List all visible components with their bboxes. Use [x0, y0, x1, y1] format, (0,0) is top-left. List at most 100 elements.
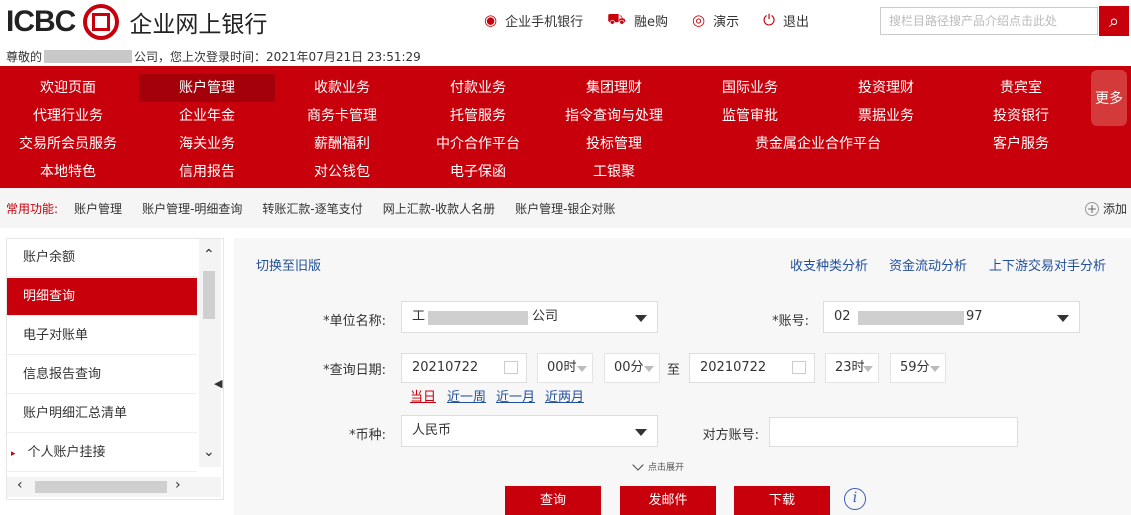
dropdown-arrow-icon — [863, 366, 873, 372]
sidebar-item-1[interactable]: 明细查询 — [7, 278, 197, 316]
end-minute-value: 59分 — [900, 360, 930, 375]
top-link-3[interactable]: ⏻ 退出 — [763, 11, 809, 30]
end-minute-select[interactable]: 59分 — [890, 353, 946, 383]
nav-item-12[interactable]: 指令查询与处理 — [546, 102, 682, 130]
analysis-link-income[interactable]: 收支种类分析 — [790, 255, 868, 274]
sidebar-item-2[interactable]: 电子对账单 — [7, 317, 197, 355]
top-link-2[interactable]: ◎ 演示 — [692, 11, 739, 30]
expand-label: 点击展开 — [648, 463, 685, 473]
cart-icon: ⛟ — [607, 10, 626, 28]
nav-item-1[interactable]: 账户管理 — [139, 74, 275, 102]
quick-range-2[interactable]: 近一月 — [496, 386, 535, 405]
scroll-down-icon[interactable]: ⌄ — [203, 444, 215, 460]
download-button[interactable]: 下载 — [734, 486, 830, 515]
query-panel: 切换至旧版 收支种类分析 资金流动分析 上下游交易对手分析 *单位名称: 工 公… — [234, 238, 1131, 515]
end-date-value: 20210722 — [700, 360, 767, 375]
nav-item-25[interactable]: 对公钱包 — [274, 158, 410, 186]
start-hour-select[interactable]: 00时 — [537, 353, 593, 383]
nav-item-7[interactable]: 贵宾室 — [953, 74, 1089, 102]
nav-item-23[interactable]: 本地特色 — [0, 158, 136, 186]
common-link-4[interactable]: 账户管理-银企对账 — [515, 200, 615, 217]
sidebar-item-5[interactable]: ▸ 个人账户挂接 — [7, 434, 197, 472]
scroll-right-icon[interactable]: › — [175, 477, 181, 493]
add-shortcut-button[interactable]: + 添加 — [1084, 200, 1127, 217]
nav-item-24[interactable]: 信用报告 — [139, 158, 275, 186]
nav-item-21[interactable]: 贵金属企业合作平台 — [682, 130, 954, 158]
nav-item-15[interactable]: 投资银行 — [953, 102, 1089, 130]
sidebar-vscrollbar[interactable]: ⌃ ⌄ — [199, 239, 221, 467]
account-label: *账号: — [772, 314, 809, 329]
scroll-thumb[interactable] — [203, 271, 215, 319]
analysis-link-counterparty[interactable]: 上下游交易对手分析 — [989, 255, 1106, 274]
nav-more-button[interactable]: 更多 — [1091, 70, 1127, 126]
info-icon[interactable]: i — [844, 488, 866, 510]
top-link-1[interactable]: ⛟ 融e购 — [607, 10, 668, 30]
nav-grid: 欢迎页面 账户管理 收款业务 付款业务 集团理财 国际业务 投资理财 贵宾室代理行业务 企业年金… — [0, 66, 1088, 188]
add-label: 添加 — [1102, 202, 1127, 216]
sidebar-item-3[interactable]: 信息报告查询 — [7, 356, 197, 394]
collapse-sidebar-icon[interactable]: ◀ — [214, 377, 222, 390]
nav-item-3[interactable]: 付款业务 — [410, 74, 546, 102]
currency-label: *币种: — [349, 428, 386, 443]
expand-more-toggle[interactable]: 点击展开 — [632, 458, 685, 473]
quick-range-3[interactable]: 近两月 — [545, 386, 584, 405]
nav-item-2[interactable]: 收款业务 — [274, 74, 410, 102]
quick-range-1[interactable]: 近一周 — [447, 386, 486, 405]
calendar-icon[interactable] — [504, 361, 518, 374]
hscroll-thumb[interactable] — [35, 481, 167, 493]
account-select[interactable]: 02 97 — [823, 301, 1080, 333]
unit-name-select[interactable]: 工 公司 — [401, 301, 658, 333]
common-link-1[interactable]: 账户管理-明细查询 — [142, 200, 242, 217]
analysis-link-flow[interactable]: 资金流动分析 — [889, 255, 967, 274]
nav-item-14[interactable]: 票据业务 — [818, 102, 954, 130]
nav-item-16[interactable]: 交易所会员服务 — [0, 130, 136, 158]
nav-item-18[interactable]: 薪酬福利 — [274, 130, 410, 158]
nav-item-20[interactable]: 投标管理 — [546, 130, 682, 158]
nav-item-4[interactable]: 集团理财 — [546, 74, 682, 102]
common-link-2[interactable]: 转账汇款-逐笔支付 — [262, 200, 362, 217]
nav-item-22[interactable]: 客户服务 — [953, 130, 1089, 158]
nav-item-27[interactable]: 工银聚 — [546, 158, 682, 186]
end-hour-select[interactable]: 23时 — [825, 353, 879, 383]
common-link-3[interactable]: 网上汇款-收款人名册 — [383, 200, 495, 217]
common-link-0[interactable]: 账户管理 — [74, 200, 122, 217]
nav-item-13[interactable]: 监管审批 — [682, 102, 818, 130]
nav-item-19[interactable]: 中介合作平台 — [410, 130, 546, 158]
dropdown-arrow-icon — [1057, 315, 1069, 322]
nav-item-6[interactable]: 投资理财 — [818, 74, 954, 102]
nav-item-0[interactable]: 欢迎页面 — [0, 74, 136, 102]
sidebar-item-label: 个人账户挂接 — [27, 445, 106, 460]
nav-item-8[interactable]: 代理行业务 — [0, 102, 136, 130]
nav-item-11[interactable]: 托管服务 — [410, 102, 546, 130]
scroll-left-icon[interactable]: ‹ — [17, 477, 23, 493]
nav-item-10[interactable]: 商务卡管理 — [274, 102, 410, 130]
calendar-icon[interactable] — [792, 361, 806, 374]
search-button[interactable]: ⌕ — [1099, 6, 1129, 36]
sidebar: 账户余额 明细查询电子对账单信息报告查询 账户明细汇总清单 ▸ 个人账户挂接 ⌃ ⌄ ◀… — [6, 238, 224, 500]
sidebar-item-label: 电子对账单 — [23, 328, 89, 343]
logo[interactable]: ICBC 企业网上银行 — [6, 4, 267, 40]
power-icon: ⏻ — [763, 11, 775, 29]
send-email-button[interactable]: 发邮件 — [620, 486, 716, 515]
sidebar-hscrollbar[interactable]: ‹ › — [7, 477, 221, 497]
counterparty-account-input[interactable] — [769, 417, 1018, 447]
end-date-input[interactable]: 20210722 — [689, 353, 815, 383]
start-minute-select[interactable]: 00分 — [604, 353, 660, 383]
nav-item-9[interactable]: 企业年金 — [139, 102, 275, 130]
currency-select[interactable]: 人民币 — [401, 415, 658, 447]
start-hour-value: 00时 — [547, 360, 577, 375]
search-input[interactable]: 搜栏目路径搜产品介绍点击此处 — [880, 7, 1098, 35]
start-date-input[interactable]: 20210722 — [401, 353, 527, 383]
sidebar-item-4[interactable]: 账户明细汇总清单 — [7, 395, 197, 433]
quick-range-0[interactable]: 当日 — [410, 386, 436, 405]
scroll-up-icon[interactable]: ⌃ — [203, 247, 215, 263]
switch-old-version-link[interactable]: 切换至旧版 — [256, 255, 321, 274]
nav-item-17[interactable]: 海关业务 — [139, 130, 275, 158]
nav-item-5[interactable]: 国际业务 — [682, 74, 818, 102]
expand-arrow-icon: ▸ — [11, 449, 16, 459]
query-button[interactable]: 查询 — [505, 486, 601, 515]
nav-item-26[interactable]: 电子保函 — [410, 158, 546, 186]
sidebar-item-0[interactable]: 账户余额 — [7, 239, 197, 277]
top-link-0[interactable]: ◉ 企业手机银行 — [484, 11, 583, 30]
redacted-company — [44, 50, 133, 63]
